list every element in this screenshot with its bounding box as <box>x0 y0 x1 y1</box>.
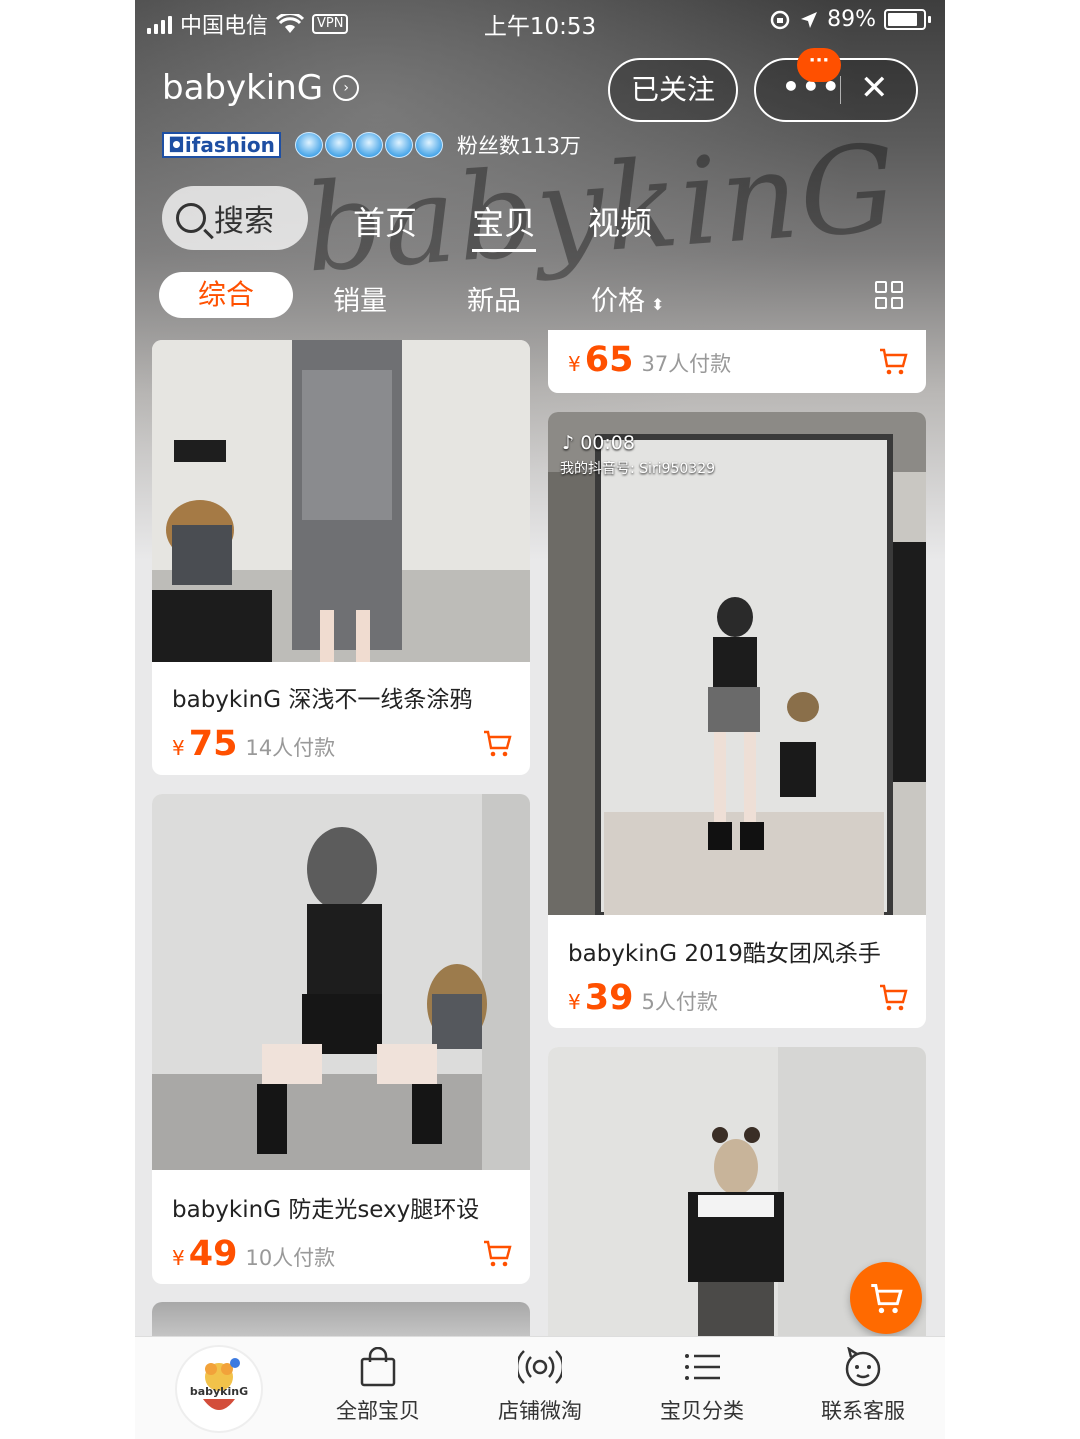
sort-arrows-icon: ⬍ <box>651 295 665 314</box>
list-icon <box>685 1354 720 1380</box>
tiktok-icon: ♪ <box>562 432 575 454</box>
fan-count: 粉丝数113万 <box>456 134 581 158</box>
product-price: 75 <box>188 724 238 764</box>
avatar-text: babykinG <box>189 1385 249 1398</box>
battery-icon <box>884 9 926 30</box>
status-right: 89% <box>769 7 931 32</box>
tab-all-items[interactable]: 全部宝贝 <box>318 1347 438 1425</box>
bottom-tab-bar: babykinG 全部宝贝 店铺微淘 宝贝分类 联系客服 <box>135 1336 945 1439</box>
tab-shop-feed[interactable]: 店铺微淘 <box>480 1347 600 1425</box>
tab-customer-service[interactable]: 联系客服 <box>803 1347 923 1425</box>
product-image <box>152 340 530 662</box>
product-title: babykinG 2019酷女团风杀手 <box>568 941 881 967</box>
tab-videos[interactable]: 视频 <box>588 198 652 244</box>
add-to-cart-icon[interactable] <box>482 728 512 758</box>
product-title: babykinG 防走光sexy腿环设 <box>172 1197 480 1223</box>
sold-count: 37人付款 <box>641 352 732 376</box>
status-bar: 中国电信 VPN 上午10:53 89% <box>135 0 945 42</box>
add-to-cart-icon[interactable] <box>878 982 908 1012</box>
search-icon <box>176 203 206 233</box>
customer-service-icon <box>845 1347 881 1387</box>
cart-icon <box>871 1284 903 1314</box>
sold-count: 10人付款 <box>245 1246 336 1270</box>
shop-meta: ◘ifashion 粉丝数113万 <box>162 130 581 160</box>
product-price: 39 <box>584 978 634 1018</box>
grid-view-icon[interactable] <box>875 281 903 309</box>
add-to-cart-icon[interactable] <box>482 1238 512 1268</box>
product-price: 65 <box>584 340 634 380</box>
product-card[interactable]: ¥65 37人付款 <box>548 330 926 393</box>
search-button[interactable]: 搜索 <box>162 186 308 250</box>
tab-items[interactable]: 宝贝 <box>472 198 537 252</box>
video-caption: 我的抖音号: Siri950329 <box>560 461 716 477</box>
product-card[interactable]: babykinG 深浅不一线条涂鸦 ¥75 14人付款 <box>152 340 530 775</box>
product-image <box>152 794 530 1170</box>
chevron-right-icon: › <box>333 75 360 101</box>
price-row: ¥39 5人付款 <box>568 978 718 1018</box>
video-duration: ♪ 00:08 <box>562 432 635 454</box>
product-title: babykinG 深浅不一线条涂鸦 <box>172 687 473 713</box>
floating-cart-button[interactable] <box>850 1262 922 1334</box>
shop-name-link[interactable]: babykinG › <box>162 68 360 108</box>
sold-count: 14人付款 <box>245 736 336 760</box>
shop-avatar[interactable]: babykinG <box>175 1345 263 1433</box>
shop-name: babykinG <box>162 68 324 108</box>
sort-new[interactable]: 新品 <box>467 279 521 318</box>
product-card[interactable]: ♪ 00:08 我的抖音号: Siri950329 babykinG 2019酷… <box>548 412 926 1028</box>
product-card[interactable]: babykinG 防走光sexy腿环设 ¥49 10人付款 <box>152 794 530 1284</box>
price-row: ¥49 10人付款 <box>172 1234 336 1274</box>
crown-rating-icon <box>294 132 443 158</box>
sort-sales[interactable]: 销量 <box>333 279 387 318</box>
message-badge: ··· <box>797 48 841 82</box>
battery-percent: 89% <box>827 7 876 32</box>
rotation-lock-icon <box>770 10 790 29</box>
tab-home[interactable]: 首页 <box>353 198 417 244</box>
sold-count: 5人付款 <box>641 990 718 1014</box>
follow-button[interactable]: 已关注 <box>608 58 738 122</box>
shopping-bag-icon <box>360 1347 396 1387</box>
shop-page: babykinG 中国电信 VPN 上午10:53 89% babykinG ›… <box>135 0 945 1439</box>
ifashion-tag: ◘ifashion <box>162 132 281 158</box>
battery-tip <box>928 16 931 23</box>
location-icon <box>801 11 818 28</box>
search-label: 搜索 <box>214 204 274 239</box>
product-price: 49 <box>188 1234 238 1274</box>
broadcast-icon <box>518 1350 562 1384</box>
product-video-thumbnail <box>548 412 926 915</box>
price-row: ¥75 14人付款 <box>172 724 336 764</box>
sort-price[interactable]: 价格 ⬍ <box>591 279 664 318</box>
price-row: ¥65 37人付款 <box>568 340 732 380</box>
sort-overall[interactable]: 综合 <box>159 272 293 318</box>
close-icon[interactable]: ✕ <box>860 68 889 108</box>
add-to-cart-icon[interactable] <box>878 346 908 376</box>
tab-categories[interactable]: 宝贝分类 <box>642 1347 762 1425</box>
capsule-divider <box>840 76 841 104</box>
